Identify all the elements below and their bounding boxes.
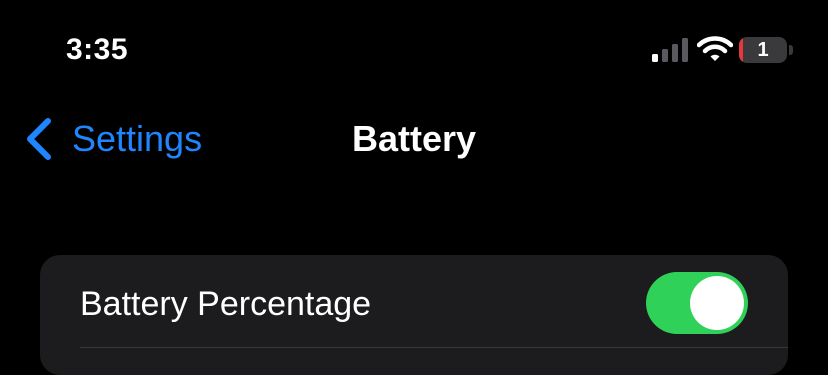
battery-body: 1 xyxy=(739,37,787,63)
back-button-label: Settings xyxy=(72,118,203,159)
chevron-left-icon xyxy=(27,118,51,160)
battery-cap xyxy=(789,45,793,55)
battery-percentage-label: Battery Percentage xyxy=(80,285,372,323)
status-time: 3:35 xyxy=(66,33,129,66)
battery-percentage-toggle[interactable] xyxy=(646,272,748,334)
row-divider xyxy=(80,347,788,348)
navigation-bar: Battery Settings xyxy=(0,100,828,180)
cellular-signal-icon xyxy=(652,38,688,62)
battery-icon: 1 xyxy=(739,37,795,63)
battery-level: 1 xyxy=(757,39,769,61)
toggle-knob xyxy=(690,276,744,330)
settings-group: Battery Percentage xyxy=(40,255,788,375)
wifi-icon xyxy=(697,36,733,61)
status-bar: 3:35 1 xyxy=(0,0,828,100)
back-button[interactable]: Settings xyxy=(24,114,202,164)
